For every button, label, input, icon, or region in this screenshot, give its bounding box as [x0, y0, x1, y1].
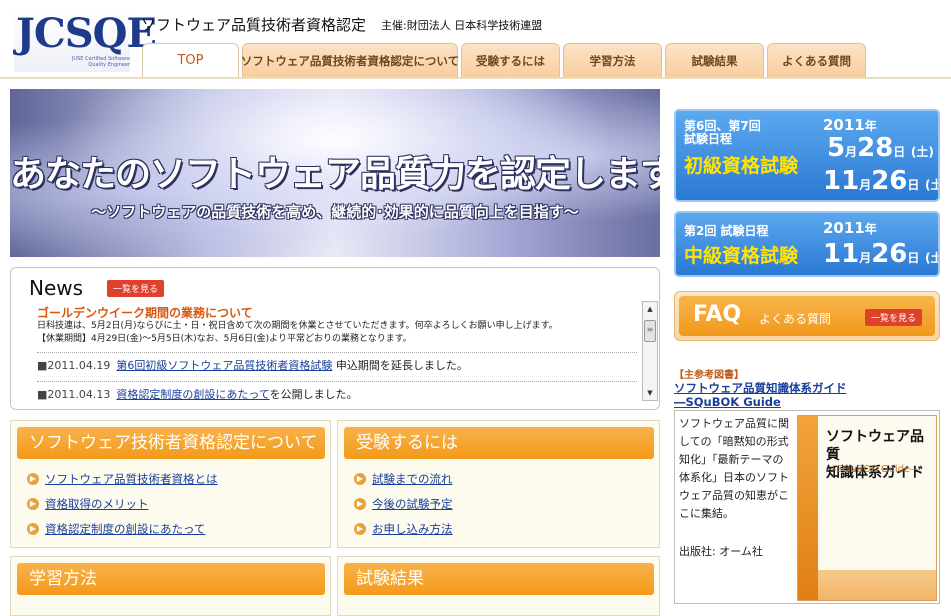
basic-exam-date-2: 11月26日 (土)	[823, 166, 938, 196]
link-about-qualification[interactable]: ソフトウェア品質技術者資格とは	[45, 471, 218, 487]
tab-results[interactable]: 試験結果	[665, 43, 764, 77]
mid-exam-date: 11月26日 (土)	[823, 239, 938, 269]
link-exam-schedule[interactable]: 今後の試験予定	[372, 496, 453, 512]
faq-title: FAQ	[693, 302, 742, 327]
hero-subtitle: ～ソフトウェアの品質技術を高め、継続的･効果的に品質向上を目指す～	[91, 203, 579, 221]
hero-title: あなたのソフトウェア品質力を認定します!!	[10, 154, 660, 195]
about-links: ▶ ソフトウェア品質技術者資格とは ▶ 資格取得のメリット ▶ 資格認定制度の創設にあ…	[27, 466, 218, 541]
about-box-title[interactable]: ソフトウェア技術者資格認定について	[17, 427, 325, 459]
book-publisher: 出版社: オーム社	[679, 545, 763, 558]
header-divider	[0, 77, 951, 79]
arrow-right-icon: ▶	[354, 472, 366, 485]
basic-exam-schedule-label: 試験日程	[684, 132, 733, 146]
faq-banner-inner: FAQ よくある質問 一覧を見る	[679, 296, 935, 336]
link-item: ▶ 今後の試験予定	[354, 491, 453, 516]
arrow-right-icon: ▶	[27, 472, 39, 485]
about-box: ソフトウェア技術者資格認定について ▶ ソフトウェア品質技術者資格とは ▶ 資格取得…	[10, 420, 331, 548]
news-link[interactable]: 資格認定制度の創設にあたって	[116, 388, 269, 401]
basic-exam-banner[interactable]: 第6回、第7回 試験日程 初級資格試験 2011年 5月28日 (土) 11月2…	[674, 109, 940, 202]
link-merits[interactable]: 資格取得のメリット	[45, 496, 149, 512]
exam-info-box-title[interactable]: 受験するには	[344, 427, 654, 459]
news-date: ■2011.04.13	[37, 388, 111, 401]
logo-subtext: JUSE Certified Software Quality Engineer	[71, 56, 130, 68]
link-application-method[interactable]: お申し込み方法	[372, 521, 453, 537]
news-link[interactable]: 第6回初級ソフトウェア品質技術者資格試験	[116, 359, 332, 372]
study-box-title[interactable]: 学習方法	[17, 563, 325, 595]
news-item: ■2011.04.19 第6回初級ソフトウェア品質技術者資格試験 申込期間を延長し…	[37, 352, 637, 375]
scroll-thumb[interactable]: ≡	[644, 320, 656, 342]
exam-links: ▶ 試験までの流れ ▶ 今後の試験予定 ▶ お申し込み方法	[354, 466, 453, 541]
scroll-up-icon[interactable]: ▲	[643, 302, 657, 316]
link-founding[interactable]: 資格認定制度の創設にあたって	[45, 521, 205, 537]
arrow-right-icon: ▶	[354, 497, 366, 510]
basic-exam-year: 2011年	[823, 116, 877, 134]
book-cover-footer	[818, 570, 936, 600]
hero-banner: あなたのソフトウェア品質力を認定します!! ～ソフトウェアの品質技術を高め、継続…	[10, 89, 660, 257]
reference-book-label: 【主参考図書】	[674, 370, 744, 381]
news-view-all-button[interactable]: 一覧を見る	[107, 280, 165, 297]
study-box: 学習方法	[10, 556, 331, 616]
basic-exam-date-1: 5月28日 (土)	[827, 133, 934, 163]
link-item: ▶ 資格認定制度の創設にあたって	[27, 516, 218, 541]
results-box: 試験結果	[337, 556, 660, 616]
basic-exam-level: 初級資格試験	[684, 155, 799, 177]
arrow-right-icon: ▶	[27, 522, 39, 535]
link-exam-flow[interactable]: 試験までの流れ	[372, 471, 453, 487]
news-featured-headline: ゴールデンウイーク期間の業務について	[37, 306, 253, 320]
news-date: ■2011.04.19	[37, 359, 111, 372]
link-item: ▶ ソフトウェア品質技術者資格とは	[27, 466, 218, 491]
tab-how-to-apply[interactable]: 受験するには	[461, 43, 560, 77]
link-item: ▶ 試験までの流れ	[354, 466, 453, 491]
site-logo[interactable]: JCSQE JUSE Certified Software Quality En…	[14, 10, 157, 72]
faq-subtitle: よくある質問	[759, 312, 832, 326]
site-title: ソフトウェア品質技術者資格認定	[141, 16, 367, 34]
main-nav-tabs: TOP ソフトウェア品質技術者資格認定について 受験するには 学習方法 試験結果…	[142, 43, 869, 77]
news-text: 申込期間を延長しました。	[335, 359, 468, 372]
results-box-title[interactable]: 試験結果	[344, 563, 654, 595]
reference-book-box: ソフトウェア品質に関しての「暗黙知の形式知化」「最新テーマの体系化」日本のソフト…	[674, 410, 940, 604]
arrow-right-icon: ▶	[354, 522, 366, 535]
news-text: を公開しました。	[269, 388, 358, 401]
mid-exam-year: 2011年	[823, 219, 877, 237]
exam-info-box: 受験するには ▶ 試験までの流れ ▶ 今後の試験予定 ▶ お申し込み方法	[337, 420, 660, 548]
book-cover-image[interactable]: ソフトウェア品質 知識体系ガイド ―SQuBOK Guide―	[797, 415, 937, 601]
book-cover-subtitle: ―SQuBOK Guide―	[826, 464, 921, 475]
mid-exam-level: 中級資格試験	[684, 245, 799, 267]
reference-book-header: 【主参考図書】 ソフトウェア品質知識体系ガイド ―SQuBOK Guide	[674, 366, 940, 409]
news-title: News	[29, 276, 84, 300]
tab-about[interactable]: ソフトウェア品質技術者資格認定について	[241, 43, 459, 77]
link-item: ▶ 資格取得のメリット	[27, 491, 218, 516]
book-cover-spine	[798, 416, 818, 600]
faq-view-all-button[interactable]: 一覧を見る	[865, 309, 923, 326]
site-sponsor: 主催:財団法人 日本科学技術連盟	[381, 19, 543, 32]
link-item: ▶ お申し込み方法	[354, 516, 453, 541]
scroll-down-icon[interactable]: ▼	[643, 386, 657, 400]
news-featured-body-2: 【休業期間】4月29日(金)～5月5日(木)なお、5月6日(金)より平常どおりの…	[37, 334, 412, 344]
arrow-right-icon: ▶	[27, 497, 39, 510]
reference-book-subtitle[interactable]: ―SQuBOK Guide	[674, 395, 940, 409]
news-scrollbar[interactable]: ▲ ≡ ▼	[642, 301, 658, 401]
tab-top[interactable]: TOP	[142, 43, 239, 77]
tab-faq[interactable]: よくある質問	[767, 43, 866, 77]
news-list: ゴールデンウイーク期間の業務について 日科技連は、5月2日(月)ならびに土・日・…	[37, 306, 637, 402]
logo-text: JCSQE	[16, 10, 157, 57]
news-item: ■2011.04.13 資格認定制度の創設にあたってを公開しました。	[37, 381, 637, 402]
intermediate-exam-banner[interactable]: 第2回 試験日程 中級資格試験 2011年 11月26日 (土)	[674, 211, 940, 277]
tab-study[interactable]: 学習方法	[563, 43, 662, 77]
news-featured-body: 日科技連は、5月2日(月)ならびに土・日・祝日含めて次の期間を休業とさせていただ…	[37, 321, 558, 331]
mid-exam-schedule-label: 第2回 試験日程	[684, 224, 769, 238]
faq-banner[interactable]: FAQ よくある質問 一覧を見る	[674, 291, 940, 341]
news-panel: News 一覧を見る ゴールデンウイーク期間の業務について 日科技連は、5月2日…	[10, 267, 660, 410]
reference-book-title[interactable]: ソフトウェア品質知識体系ガイド	[674, 381, 940, 395]
book-description: ソフトウェア品質に関しての「暗黙知の形式知化」「最新テーマの体系化」日本のソフト…	[679, 417, 789, 520]
